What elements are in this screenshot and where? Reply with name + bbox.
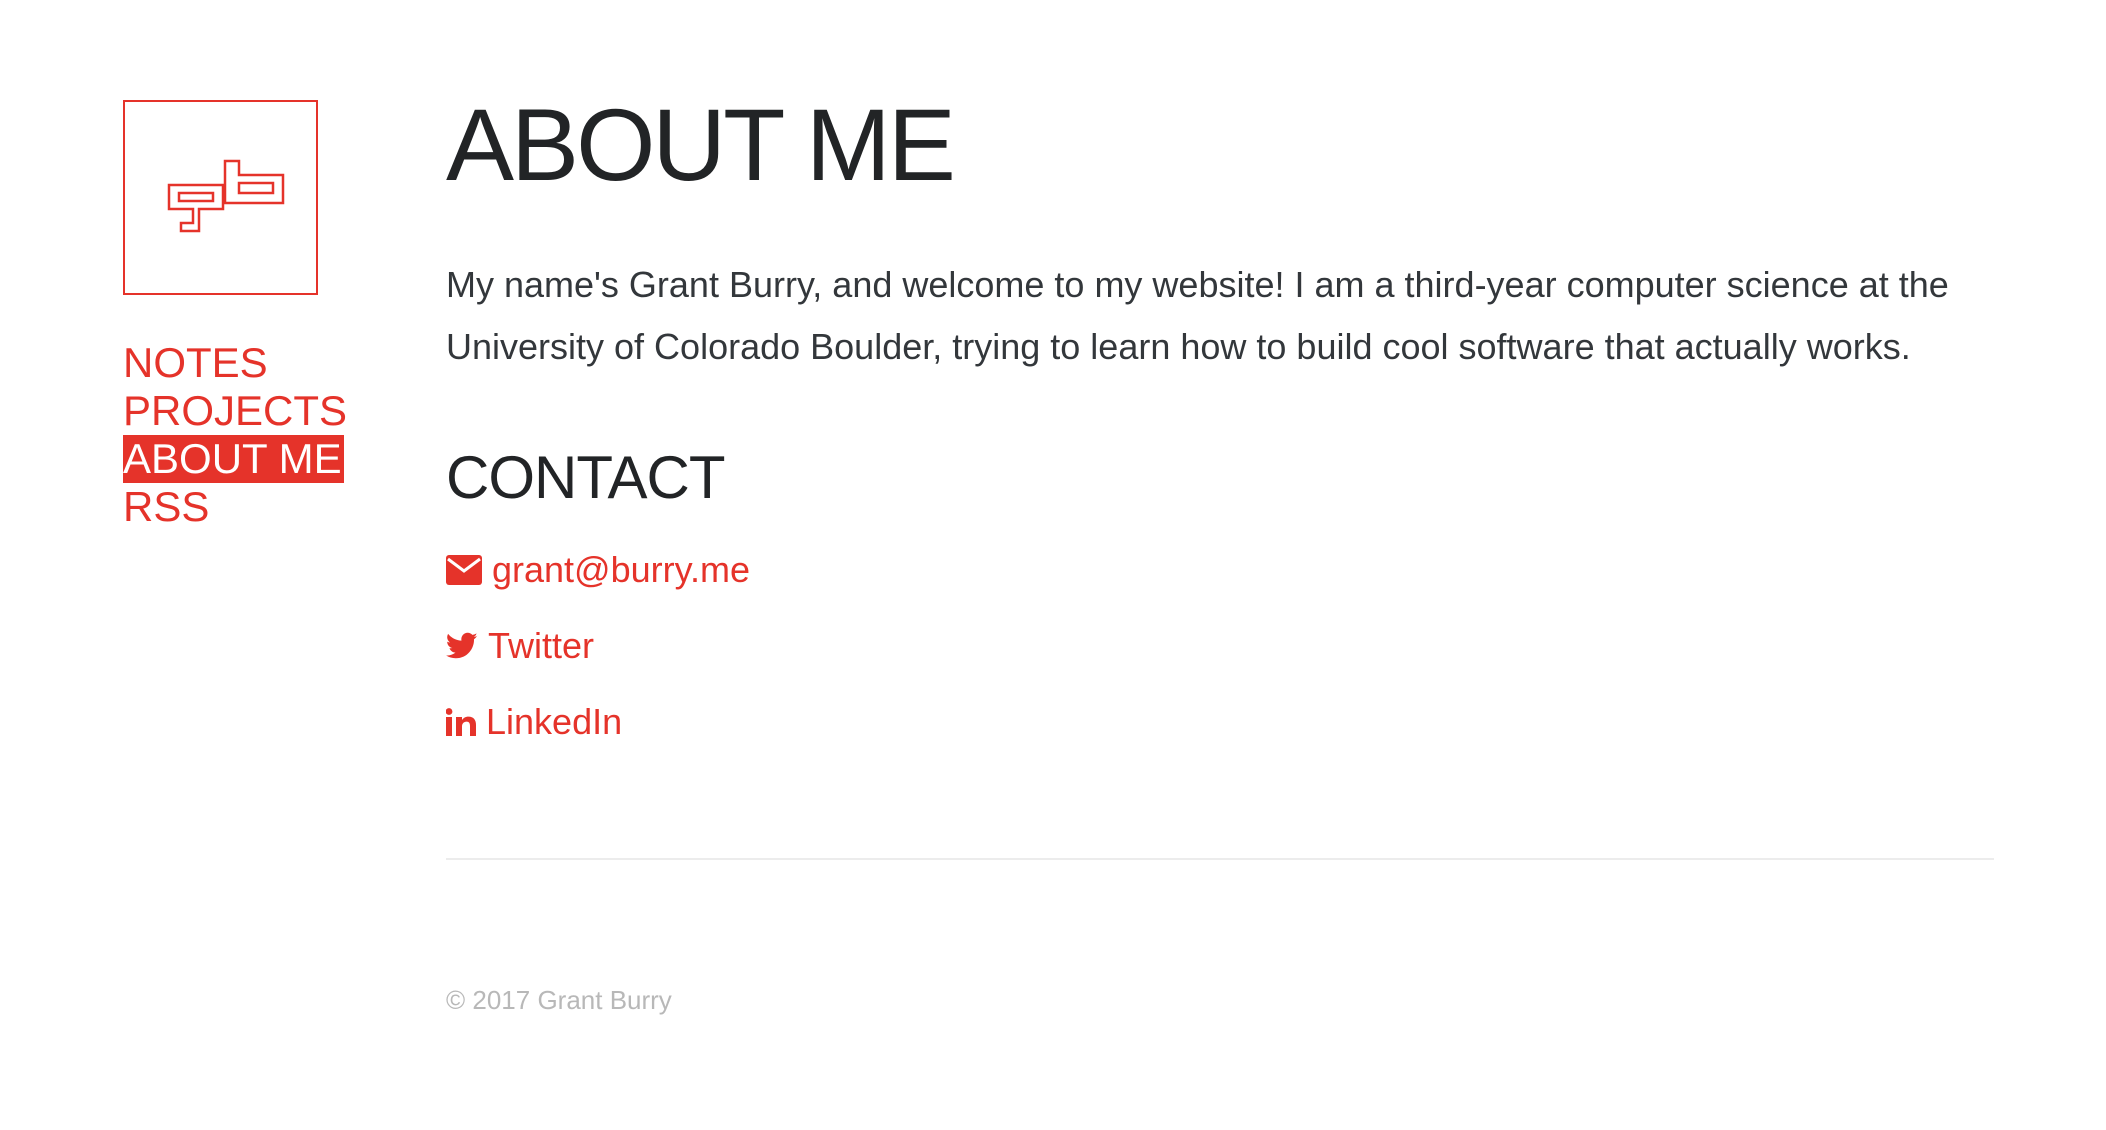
nav-item-notes[interactable]: NOTES [123, 339, 270, 387]
contact-heading: CONTACT [446, 444, 726, 511]
site-logo[interactable] [123, 100, 318, 295]
bio-paragraph: My name's Grant Burry, and welcome to my… [446, 264, 1949, 367]
twitter-icon [446, 632, 478, 660]
nav-item-rss[interactable]: RSS [123, 483, 211, 531]
main-nav: NOTES PROJECTS ABOUT ME RSS [123, 339, 383, 531]
footer-divider [446, 858, 1994, 860]
sidebar: NOTES PROJECTS ABOUT ME RSS [123, 100, 383, 531]
email-label: grant@burry.me [492, 549, 750, 590]
linkedin-icon [446, 708, 476, 736]
contact-list: grant@burry.me Twitter LinkedIn [446, 532, 1994, 760]
footer-copyright: © 2017 Grant Burry [446, 985, 672, 1015]
twitter-link[interactable]: Twitter [446, 608, 1994, 684]
main-content: ABOUT ME My name's Grant Burry, and welc… [446, 90, 1994, 760]
nav-item-about-me[interactable]: ABOUT ME [123, 435, 344, 483]
nav-item-projects[interactable]: PROJECTS [123, 387, 349, 435]
envelope-icon [446, 555, 482, 585]
gb-logo-icon [167, 159, 284, 232]
linkedin-label: LinkedIn [486, 701, 623, 742]
linkedin-link[interactable]: LinkedIn [446, 684, 1994, 760]
email-link[interactable]: grant@burry.me [446, 532, 1994, 608]
twitter-label: Twitter [488, 625, 595, 666]
page-title: ABOUT ME [446, 88, 956, 202]
